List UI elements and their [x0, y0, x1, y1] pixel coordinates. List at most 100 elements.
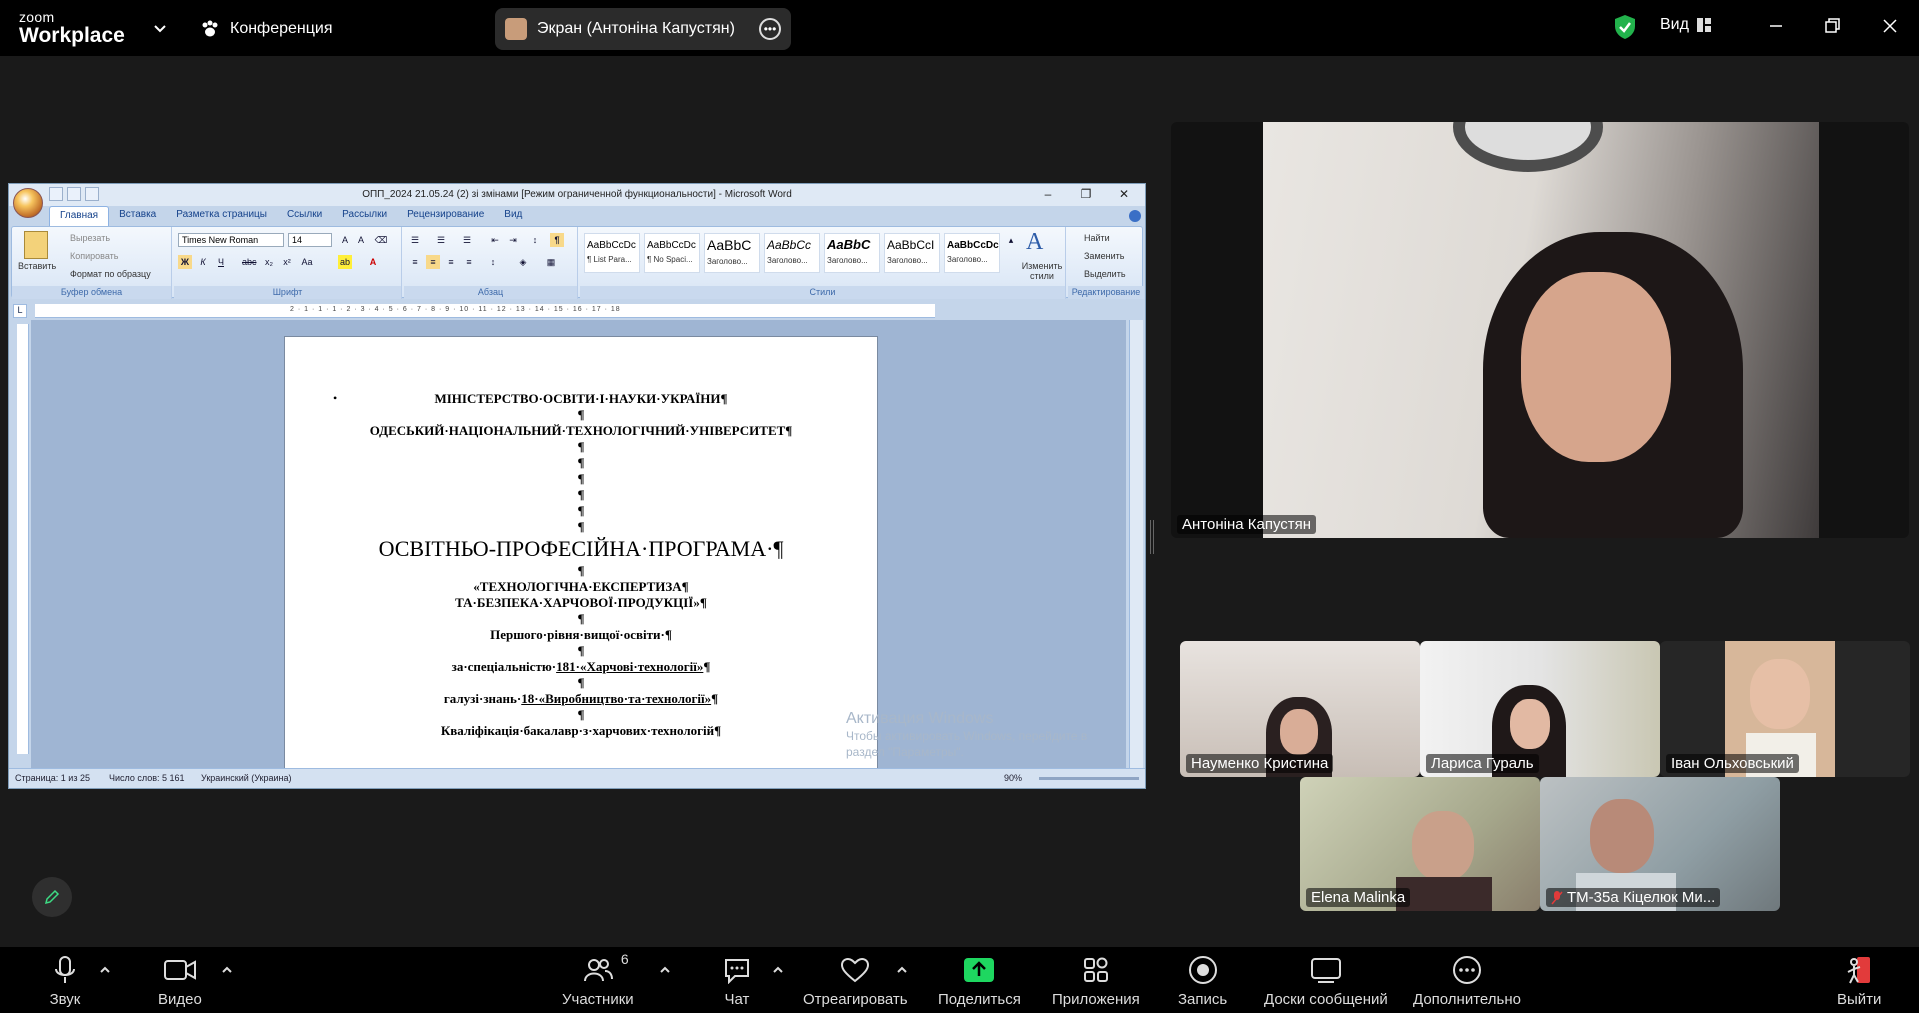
- change-styles-button[interactable]: Изменить стили: [1018, 261, 1066, 281]
- more-button[interactable]: Дополнительно: [1413, 953, 1521, 1008]
- zoom-slider[interactable]: [1039, 777, 1139, 780]
- align-left-icon[interactable]: ≡: [408, 255, 422, 269]
- styles-scroll-icon[interactable]: ▴: [1004, 233, 1018, 247]
- share-button[interactable]: Поделиться: [938, 953, 1021, 1008]
- highlight-icon[interactable]: ab: [338, 255, 352, 269]
- status-page[interactable]: Страница: 1 из 25: [15, 773, 90, 783]
- tab-insert[interactable]: Вставка: [109, 206, 166, 226]
- word-restore-icon[interactable]: ❐: [1067, 184, 1105, 206]
- participants-button[interactable]: 6 Участники: [562, 951, 634, 1008]
- save-icon[interactable]: [49, 187, 63, 201]
- word-close-icon[interactable]: ✕: [1105, 184, 1143, 206]
- tab-review[interactable]: Рецензирование: [397, 206, 494, 226]
- minimize-icon[interactable]: [1764, 14, 1788, 38]
- splitter-handle[interactable]: [1150, 520, 1154, 554]
- active-speaker-tile[interactable]: Антоніна Капустян: [1171, 122, 1909, 538]
- change-case-button[interactable]: Aa: [300, 255, 314, 269]
- clear-format-icon[interactable]: ⌫: [374, 233, 388, 247]
- office-button[interactable]: [13, 188, 43, 218]
- style-heading-1[interactable]: AaBbC Заголово...: [704, 233, 760, 273]
- increase-indent-icon[interactable]: ⇥: [506, 233, 520, 247]
- whiteboards-button[interactable]: Доски сообщений: [1264, 953, 1388, 1008]
- tab-home[interactable]: Главная: [49, 206, 110, 226]
- decrease-indent-icon[interactable]: ⇤: [488, 233, 502, 247]
- participant-tile[interactable]: Лариса Гураль: [1420, 641, 1660, 777]
- find-button[interactable]: Найти: [1084, 233, 1110, 243]
- more-options-icon[interactable]: •••: [759, 18, 781, 40]
- vertical-scrollbar[interactable]: [1129, 320, 1143, 768]
- screen-share-indicator[interactable]: Экран (Антоніна Капустян) •••: [495, 8, 791, 50]
- tab-mailings[interactable]: Рассылки: [332, 206, 397, 226]
- style-heading-3[interactable]: AaBbC Заголово...: [824, 233, 880, 273]
- tab-page-layout[interactable]: Разметка страницы: [166, 206, 277, 226]
- status-language[interactable]: Украинский (Украина): [201, 773, 292, 783]
- show-marks-icon[interactable]: ¶: [550, 233, 564, 247]
- help-icon[interactable]: [1129, 210, 1141, 222]
- numbering-icon[interactable]: ☰: [434, 233, 448, 247]
- format-painter-button[interactable]: Формат по образцу: [70, 269, 151, 279]
- superscript-button[interactable]: x²: [280, 255, 294, 269]
- chevron-down-icon[interactable]: [151, 19, 169, 37]
- chat-button[interactable]: Чат: [720, 953, 754, 1008]
- tab-selector-icon[interactable]: L: [13, 304, 27, 318]
- shield-check-icon[interactable]: [1614, 14, 1636, 40]
- leave-button[interactable]: Выйти: [1837, 953, 1881, 1008]
- word-minimize-icon[interactable]: –: [1029, 184, 1067, 206]
- audio-options-caret-icon[interactable]: [98, 965, 112, 975]
- strikethrough-button[interactable]: abc: [242, 255, 257, 269]
- record-button[interactable]: Запись: [1178, 953, 1227, 1008]
- font-size-box[interactable]: 14: [288, 233, 332, 247]
- align-right-icon[interactable]: ≡: [444, 255, 458, 269]
- style-heading-4[interactable]: AaBbCcI Заголово...: [884, 233, 940, 273]
- video-button[interactable]: Видео: [158, 953, 202, 1008]
- sort-icon[interactable]: ↕: [528, 233, 542, 247]
- grow-font-icon[interactable]: A: [338, 233, 352, 247]
- line-spacing-icon[interactable]: ↕: [486, 255, 500, 269]
- participant-tile[interactable]: Іван Ольховський: [1660, 641, 1910, 777]
- participant-tile[interactable]: ТМ-35а Кіцелюк Ми...: [1540, 777, 1780, 911]
- participant-tile[interactable]: Elena Malinka: [1300, 777, 1540, 911]
- bullets-icon[interactable]: ☰: [408, 233, 422, 247]
- chat-caret-icon[interactable]: [771, 965, 785, 975]
- replace-button[interactable]: Заменить: [1084, 251, 1124, 261]
- shrink-font-icon[interactable]: A: [354, 233, 368, 247]
- redo-icon[interactable]: [85, 187, 99, 201]
- style-heading-5[interactable]: AaBbCcDc Заголово...: [944, 233, 1000, 273]
- bold-button[interactable]: Ж: [178, 255, 192, 269]
- status-words[interactable]: Число слов: 5 161: [109, 773, 185, 783]
- audio-button[interactable]: Звук: [48, 953, 82, 1008]
- subscript-button[interactable]: x₂: [262, 255, 276, 269]
- annotate-pencil-button[interactable]: [32, 877, 72, 917]
- view-button[interactable]: Вид: [1660, 16, 1711, 34]
- italic-button[interactable]: К: [196, 255, 210, 269]
- cut-button[interactable]: Вырезать: [70, 233, 110, 243]
- borders-icon[interactable]: ▦: [544, 255, 558, 269]
- conference-menu-button[interactable]: Конференция: [200, 14, 333, 44]
- tab-references[interactable]: Ссылки: [277, 206, 332, 226]
- justify-icon[interactable]: ≡: [462, 255, 476, 269]
- apps-button[interactable]: Приложения: [1052, 953, 1140, 1008]
- multilevel-list-icon[interactable]: ☰: [460, 233, 474, 247]
- react-caret-icon[interactable]: [895, 965, 909, 975]
- style-no-spacing[interactable]: AaBbCcDc ¶ No Spaci...: [644, 233, 700, 273]
- participants-caret-icon[interactable]: [658, 965, 672, 975]
- style-list-paragraph[interactable]: AaBbCcDc ¶ List Para...: [584, 233, 640, 273]
- restore-icon[interactable]: [1820, 14, 1844, 38]
- font-name-box[interactable]: Times New Roman: [178, 233, 284, 247]
- paste-button[interactable]: Вставить: [18, 261, 56, 271]
- change-styles-icon[interactable]: A: [1026, 229, 1043, 256]
- tab-view[interactable]: Вид: [494, 206, 532, 226]
- react-button[interactable]: Отреагировать: [803, 953, 908, 1008]
- align-center-icon[interactable]: ≡: [426, 255, 440, 269]
- paste-icon[interactable]: [24, 231, 48, 259]
- status-zoom[interactable]: 90%: [1004, 773, 1022, 783]
- underline-button[interactable]: Ч: [214, 255, 228, 269]
- style-heading-2[interactable]: AaBbCc Заголово...: [764, 233, 820, 273]
- select-button[interactable]: Выделить: [1084, 269, 1126, 279]
- document-page[interactable]: • МІНІСТЕРСТВО·ОСВІТИ·І·НАУКИ·УКРАЇНИ¶ ¶…: [284, 336, 878, 768]
- shading-icon[interactable]: ◈: [516, 255, 530, 269]
- font-color-icon[interactable]: A: [366, 255, 380, 269]
- video-options-caret-icon[interactable]: [220, 965, 234, 975]
- close-icon[interactable]: [1878, 14, 1902, 38]
- copy-button[interactable]: Копировать: [70, 251, 118, 261]
